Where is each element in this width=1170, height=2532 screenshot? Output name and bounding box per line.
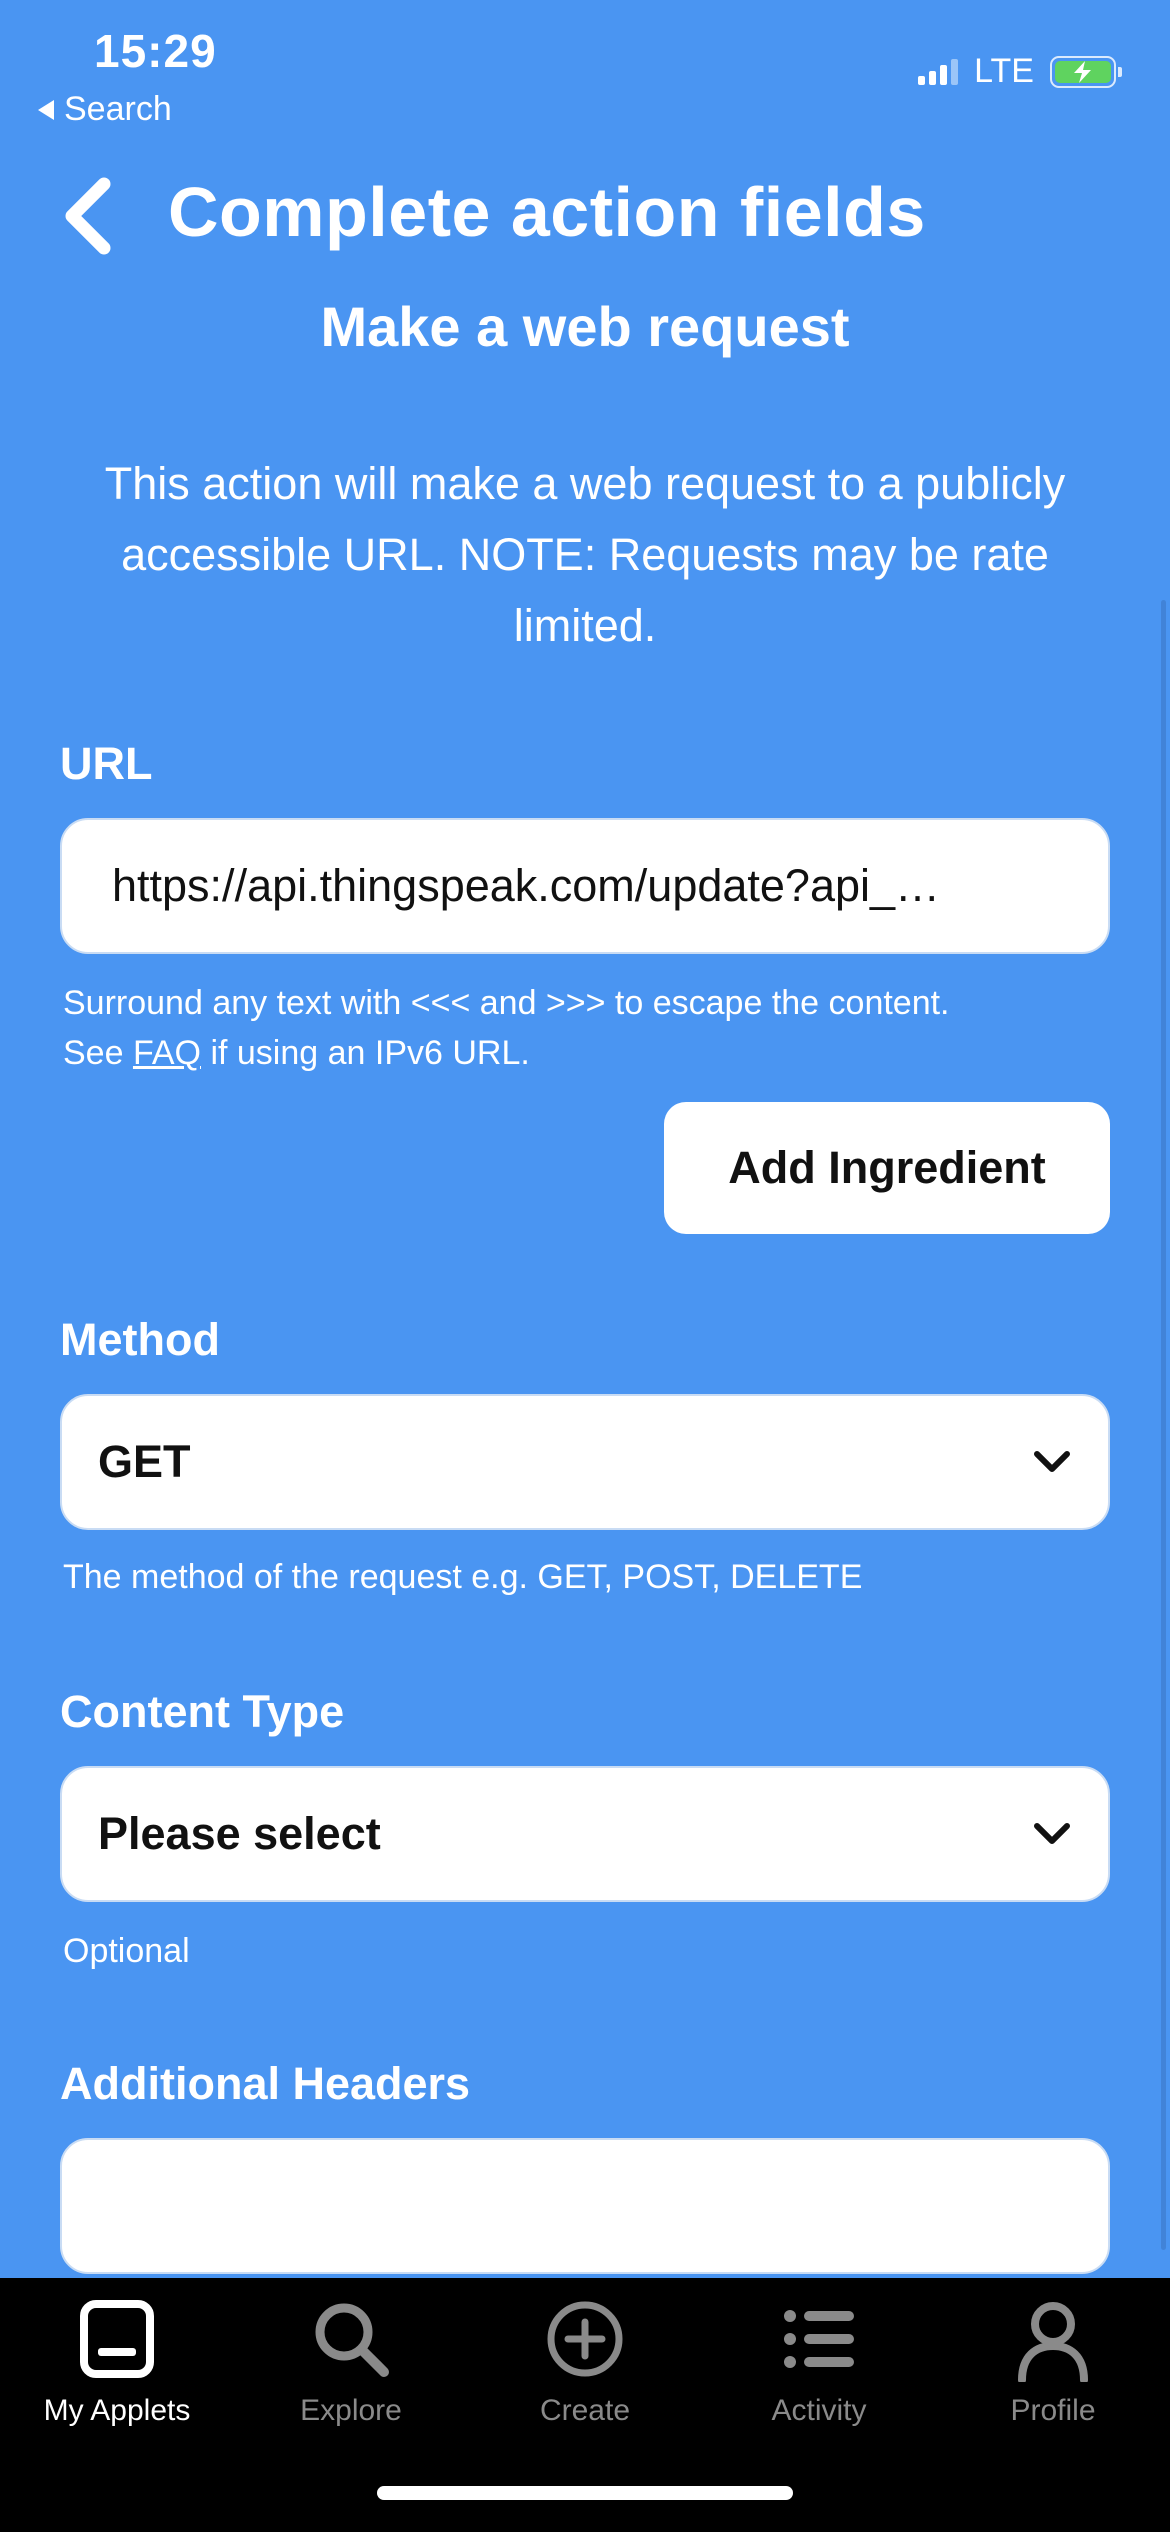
content-type-select[interactable]: Please select — [60, 1766, 1110, 1902]
tab-label: Activity — [771, 2394, 867, 2427]
tab-label: Profile — [1010, 2394, 1096, 2427]
method-select-value: GET — [98, 1436, 191, 1487]
url-help-line-2: See FAQ if using an IPv6 URL. — [63, 1028, 1123, 1078]
back-triangle-icon — [38, 99, 54, 120]
page-title: Complete action fields — [168, 173, 926, 251]
faq-link[interactable]: FAQ — [133, 1034, 201, 1072]
url-help-text: Surround any text with <<< and >>> to es… — [63, 978, 1123, 1078]
battery-charging-icon — [1050, 55, 1122, 88]
person-icon — [1018, 2302, 1088, 2382]
back-to-app-button[interactable]: Search — [38, 90, 172, 129]
network-type: LTE — [974, 52, 1034, 90]
tab-activity[interactable]: Activity — [702, 2278, 936, 2448]
tab-bar: My Applets Explore Create Activity Profi… — [0, 2278, 1170, 2532]
add-ingredient-button[interactable]: Add Ingredient — [664, 1102, 1110, 1234]
content-type-select-value: Please select — [98, 1808, 381, 1859]
url-help-line-1: Surround any text with <<< and >>> to es… — [63, 984, 950, 1022]
tab-profile[interactable]: Profile — [936, 2278, 1170, 2448]
tab-my-applets[interactable]: My Applets — [0, 2278, 234, 2448]
action-description: This action will make a web request to a… — [104, 458, 1066, 651]
url-help-see: See — [63, 1034, 124, 1072]
chevron-down-icon — [1034, 1451, 1070, 1472]
back-to-app-label: Search — [64, 90, 172, 128]
scrollbar[interactable] — [1161, 600, 1166, 2250]
url-input-value: https://api.thingspeak.com/update?api_… — [112, 860, 941, 911]
chevron-down-icon — [1034, 1823, 1070, 1844]
signal-icon — [918, 58, 959, 85]
my-applets-icon — [80, 2300, 154, 2378]
tab-label: My Applets — [43, 2394, 191, 2427]
tab-explore[interactable]: Explore — [234, 2278, 468, 2448]
content-type-label: Content Type — [60, 1686, 345, 1737]
search-icon — [315, 2303, 389, 2377]
back-chevron-icon[interactable] — [60, 176, 116, 256]
tab-label: Explore — [300, 2394, 402, 2427]
home-indicator[interactable] — [377, 2486, 793, 2500]
url-input[interactable]: https://api.thingspeak.com/update?api_… — [60, 818, 1110, 954]
additional-headers-input[interactable] — [60, 2138, 1110, 2274]
status-indicators: LTE — [918, 52, 1122, 91]
additional-headers-label: Additional Headers — [60, 2058, 471, 2109]
method-label: Method — [60, 1314, 220, 1365]
method-select[interactable]: GET — [60, 1394, 1110, 1530]
tab-create[interactable]: Create — [468, 2278, 702, 2448]
url-help-rest: if using an IPv6 URL. — [210, 1034, 530, 1072]
tab-label: Create — [539, 2394, 631, 2427]
method-help-text: The method of the request e.g. GET, POST… — [63, 1558, 863, 1596]
plus-circle-icon — [547, 2301, 623, 2377]
url-label: URL — [60, 738, 153, 789]
status-time: 15:29 — [94, 25, 217, 77]
list-icon — [784, 2310, 854, 2368]
action-subtitle: Make a web request — [320, 295, 850, 358]
content-type-help-text: Optional — [63, 1932, 190, 1970]
